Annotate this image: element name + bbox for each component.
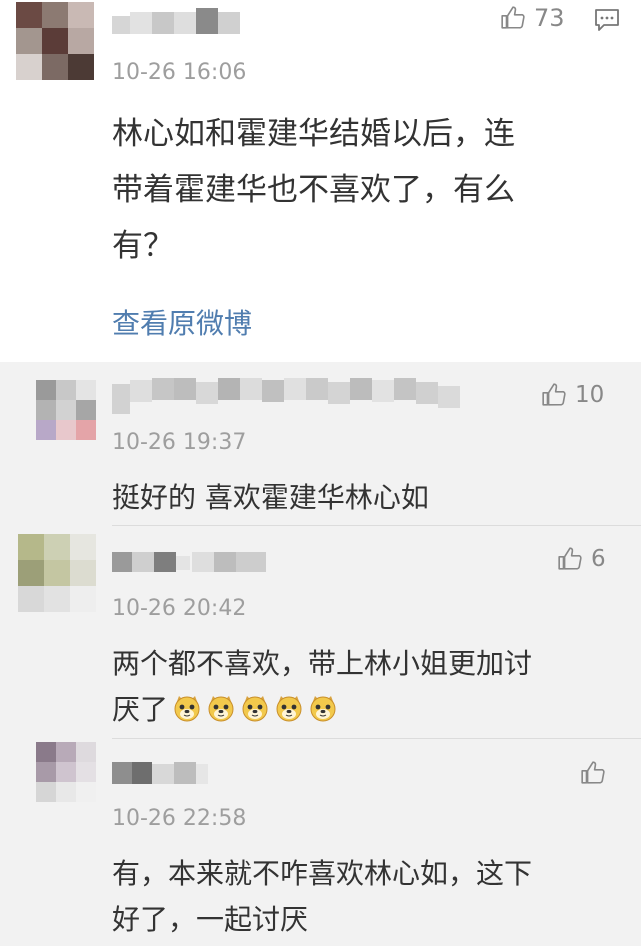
- avatar[interactable]: [16, 2, 94, 80]
- reply-list: 10 10-26 19:37 挺好的 喜欢霍建华林心如 6 10-26 20:4…: [0, 362, 641, 946]
- like-count: 6: [591, 546, 606, 572]
- reply-text-line: 有，本来就不咋喜欢林心如，这下: [112, 857, 533, 890]
- doge-emoji: [240, 693, 270, 730]
- comment-icon[interactable]: [594, 8, 620, 36]
- doge-emoji: [308, 693, 338, 730]
- reply-text-line: 好了，一起讨厌: [112, 903, 309, 936]
- like-count: 10: [575, 382, 605, 408]
- divider: [112, 525, 641, 526]
- reply-text-line: 两个都不喜欢，带上林小姐更加讨: [112, 647, 533, 680]
- reply-timestamp: 10-26 19:37: [112, 430, 247, 455]
- like-button[interactable]: 6: [557, 546, 606, 572]
- like-count: 73: [534, 4, 565, 32]
- view-original-link[interactable]: 查看原微博: [112, 302, 252, 342]
- avatar[interactable]: [36, 742, 96, 802]
- avatar[interactable]: [18, 534, 96, 612]
- comment-text-line: 林心如和霍建华结婚以后，连: [112, 116, 515, 152]
- doge-emoji: [274, 693, 304, 730]
- main-comment: 10-26 16:06 73 林心如和霍建华结婚以后，连 带着霍建华也不喜欢了，…: [0, 0, 641, 362]
- like-button[interactable]: 73: [500, 4, 565, 32]
- reply-text-line: 挺好的 喜欢霍建华林心如: [112, 481, 429, 514]
- like-button[interactable]: [580, 760, 614, 786]
- reply-timestamp: 10-26 20:42: [112, 596, 247, 621]
- thumbs-up-icon: [541, 382, 567, 408]
- thumbs-up-icon: [557, 546, 583, 572]
- like-button[interactable]: 10: [541, 382, 604, 408]
- avatar[interactable]: [36, 380, 96, 440]
- reply-text-line: 厌了: [112, 693, 169, 726]
- doge-emoji: [206, 693, 236, 730]
- thumbs-up-icon: [500, 5, 526, 31]
- username-blurred[interactable]: [112, 760, 212, 790]
- divider: [112, 738, 641, 739]
- username-blurred[interactable]: [112, 548, 272, 578]
- username-blurred[interactable]: [112, 378, 472, 418]
- reply-timestamp: 10-26 22:58: [112, 806, 247, 831]
- comment-text-line: 有？: [112, 228, 174, 264]
- emoji-row: [168, 693, 338, 726]
- comment-text-line: 带着霍建华也不喜欢了，有么: [112, 172, 515, 208]
- doge-emoji: [172, 693, 202, 730]
- comment-timestamp: 10-26 16:06: [112, 60, 247, 85]
- reply-text-line-with-emoji: 厌了: [112, 688, 338, 730]
- thumbs-up-icon: [580, 760, 606, 786]
- username-blurred[interactable]: [112, 8, 252, 38]
